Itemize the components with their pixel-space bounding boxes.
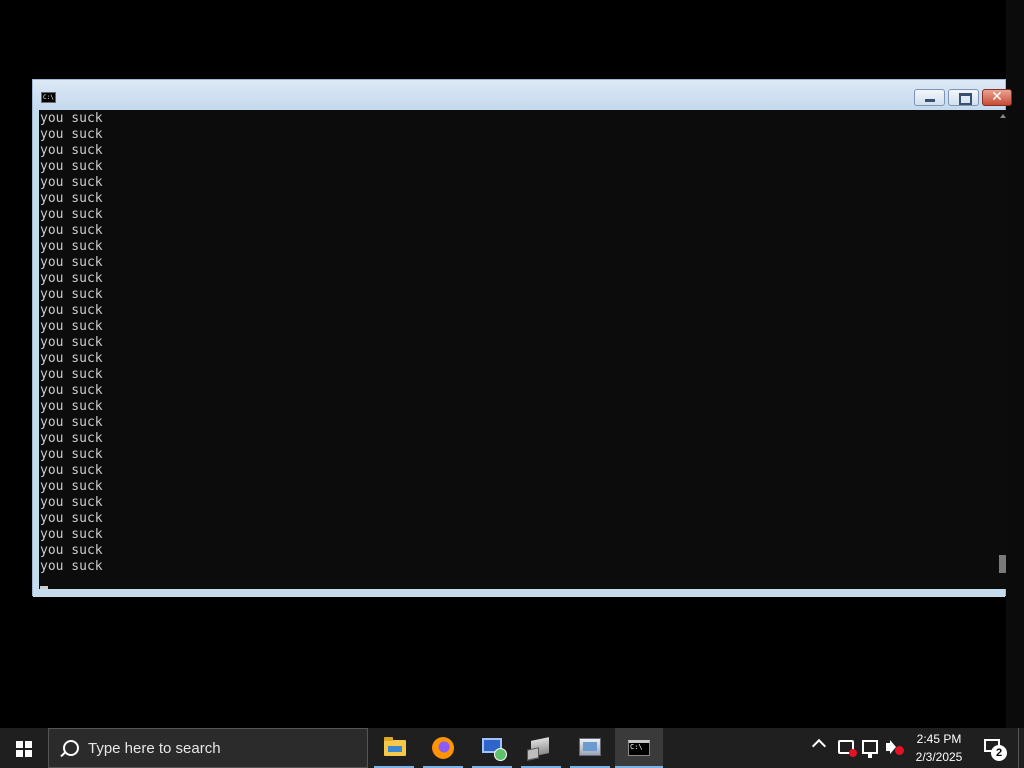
console-line: you suck [40,223,103,238]
console-line: you suck [40,143,103,158]
firefox-icon [432,737,454,759]
show-desktop-button[interactable] [1018,728,1024,768]
console-line: you suck [40,479,103,494]
system-clock[interactable]: 2:45 PM 2/3/2025 [905,730,973,766]
show-hidden-icons-chevron-icon[interactable] [811,738,827,754]
taskbar-app-this-pc[interactable] [468,728,516,768]
taskbar: Type here to search C:\ 2:45 PM 2/3/2025… [0,728,1024,768]
console-line: you suck [40,351,103,366]
console-line: you suck [40,431,103,446]
window-bottom-border[interactable] [33,589,1005,597]
console-text: you suck you suck you suck you suck you suck… [40,111,103,575]
volume-muted-icon[interactable] [886,740,904,755]
console-line: you suck [40,399,103,414]
restore-icon [959,93,972,105]
title-bar[interactable]: C:\ ✕ [33,80,1012,110]
console-line: you suck [40,255,103,270]
console-output[interactable]: you suck you suck you suck you suck you suck… [39,110,999,589]
console-line: you suck [40,303,103,318]
taskbar-app-file-explorer[interactable] [370,728,418,768]
console-line: you suck [40,495,103,510]
notification-count-badge: 2 [991,745,1007,761]
taskbar-app-command-prompt[interactable]: C:\ [615,728,663,768]
cmd-icon: C:\ [628,740,650,756]
console-line: you suck [40,191,103,206]
cmd-icon[interactable]: C:\ [41,92,56,103]
taskbar-app-network[interactable] [517,728,565,768]
speaker-icon [886,740,896,754]
action-center-button[interactable]: 2 [982,728,1007,768]
close-icon: ✕ [991,89,1003,105]
console-line: you suck [40,447,103,462]
console-line: you suck [40,511,103,526]
minimize-icon [925,99,935,102]
sync-error-icon[interactable] [838,740,857,757]
console-line: you suck [40,239,103,254]
folder-icon [384,737,406,756]
command-prompt-window[interactable]: C:\ ✕ you suck you suck you suck you suck yo… [32,79,1012,597]
restore-button[interactable] [948,89,979,106]
console-line: you suck [40,383,103,398]
desktop-edge [1006,0,1024,728]
console-line: you suck [40,335,103,350]
search-placeholder: Type here to search [88,740,221,757]
devices-icon [579,738,601,756]
computer-icon [482,738,507,761]
scroll-up-arrow-icon[interactable] [1000,114,1006,118]
console-line: you suck [40,367,103,382]
console-line: you suck [40,463,103,478]
clock-time: 2:45 PM [916,732,962,746]
taskbar-search[interactable]: Type here to search [48,728,368,768]
minimize-button[interactable] [914,89,945,106]
vertical-scrollbar[interactable] [999,110,1006,589]
console-line: you suck [40,207,103,222]
network-icon [531,737,549,757]
console-line: you suck [40,559,103,574]
console-line: you suck [40,175,103,190]
clock-date: 2/3/2025 [915,750,963,764]
console-line: you suck [40,127,103,142]
taskbar-app-firefox[interactable] [419,728,467,768]
console-line: you suck [40,415,103,430]
network-tray-icon[interactable] [862,740,878,758]
taskbar-app-devices[interactable] [566,728,614,768]
close-button[interactable]: ✕ [982,89,1012,106]
console-line: you suck [40,287,103,302]
start-button[interactable] [0,728,48,768]
console-line: you suck [40,543,103,558]
error-badge-icon [849,749,857,757]
search-icon [63,740,79,756]
console-line: you suck [40,159,103,174]
console-line: you suck [40,527,103,542]
scroll-thumb[interactable] [999,555,1006,573]
console-line: you suck [40,271,103,286]
windows-logo-icon [16,741,32,757]
console-line: you suck [40,319,103,334]
mute-badge-icon [895,746,904,755]
console-line: you suck [40,111,103,126]
